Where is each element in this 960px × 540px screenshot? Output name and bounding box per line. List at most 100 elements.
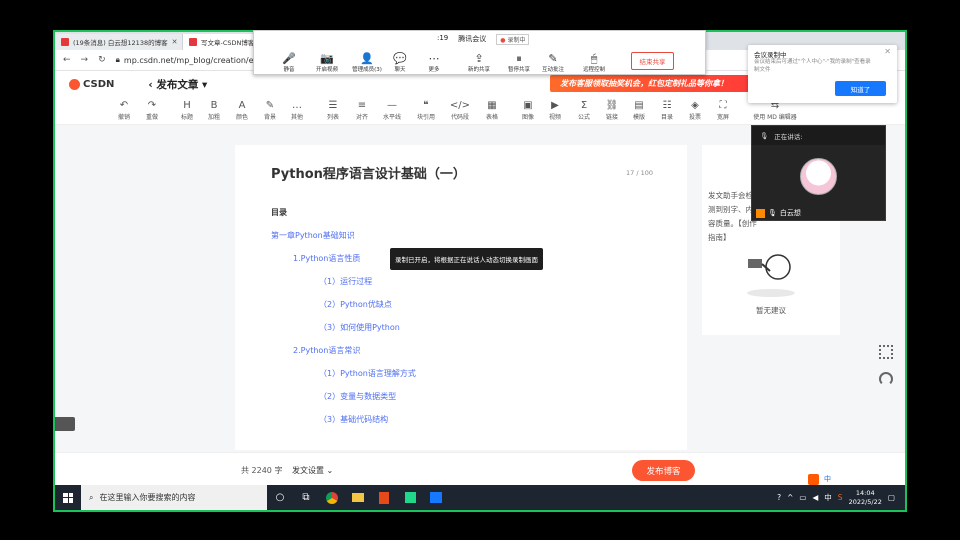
toc-item[interactable]: （2）Python优缺点 <box>319 299 392 310</box>
toc-item[interactable]: （1）Python语言理解方式 <box>319 368 416 379</box>
system-tray: ? ^ ▭ ◀︎ 中 S 14:04 2022/5/22 ▢ <box>777 489 905 507</box>
pycharm-icon[interactable] <box>397 485 423 510</box>
toc-item[interactable]: （3）如何使用Python <box>319 322 400 333</box>
members-icon: 👤 <box>360 52 374 65</box>
task-view-icon[interactable]: ⧉ <box>293 485 319 510</box>
windows-taskbar: ⌕ 在这里输入你要搜索的内容 ○ ⧉ ? ^ ▭ ◀︎ 中 S 14:04 20… <box>55 485 905 510</box>
toc-item[interactable]: 1.Python语言性质 <box>293 253 360 264</box>
clock[interactable]: 14:04 2022/5/22 <box>849 489 882 507</box>
tool-label: 使用 MD 编辑器 <box>753 114 797 121</box>
forward-icon[interactable]: → <box>81 55 89 65</box>
camera-off-icon: 📷 <box>320 52 334 65</box>
share-screen-icon: ⇪ <box>474 52 484 65</box>
promo-banner[interactable]: 发布客服领取抽奖机会，红包定制礼品等你拿！ <box>550 75 760 92</box>
ime-indicator[interactable]: 中 <box>824 492 832 503</box>
tab-label: (19条消息) 白云想12138的博客 <box>73 39 168 47</box>
qr-icon[interactable] <box>879 345 893 359</box>
file-explorer-icon[interactable] <box>345 485 371 510</box>
video-button[interactable]: ▶ 视频 <box>541 100 569 121</box>
toc-button[interactable]: ☷ 目录 <box>653 100 681 121</box>
reload-icon[interactable]: ↻ <box>98 55 106 65</box>
editor-document[interactable]: Python程序语言设计基础（一） 17 / 100 目录 第一章Python基… <box>235 145 687 450</box>
pause-share-button[interactable]: ⏸ 暂停共享 <box>501 52 537 73</box>
doc-settings-toggle[interactable]: 发文设置 ⌄ <box>292 465 333 476</box>
start-button[interactable] <box>55 485 81 510</box>
cortana-icon[interactable]: ○ <box>267 485 293 510</box>
chrome-icon[interactable] <box>319 485 345 510</box>
md-editor-button[interactable]: ⇆ 使用 MD 编辑器 <box>753 100 797 121</box>
tencent-meeting-icon[interactable] <box>423 485 449 510</box>
tool-label: 背景 <box>263 114 276 121</box>
empty-illustration-icon <box>747 254 795 297</box>
back-icon[interactable]: ← <box>63 55 71 65</box>
csdn-logo[interactable]: CSDN <box>69 78 114 90</box>
tool-label: 颜色 <box>235 114 248 121</box>
tab-close-icon[interactable]: ✕ <box>172 38 178 46</box>
help-headset-icon[interactable] <box>879 372 893 386</box>
template-button[interactable]: ▤ 模版 <box>625 100 653 121</box>
code-button[interactable]: </> 代码段 <box>446 100 474 121</box>
csdn-favicon-icon <box>189 38 197 46</box>
sidebar-toggle-icon[interactable] <box>55 417 75 431</box>
volume-icon[interactable]: ◀︎ <box>813 493 819 502</box>
annotate-button[interactable]: ✎ 互动批注 <box>535 52 571 73</box>
got-it-button[interactable]: 知道了 <box>835 81 886 96</box>
browser-tab-blog[interactable]: (19条消息) 白云想12138的博客 ✕ <box>55 34 183 50</box>
toc-item[interactable]: （3）基础代码结构 <box>319 414 388 425</box>
page-title[interactable]: ‹ 发布文章 ▾ <box>148 77 207 92</box>
toc-item[interactable]: （2）变量与数据类型 <box>319 391 396 402</box>
table-button[interactable]: ▦ 表格 <box>478 100 506 121</box>
help-icon[interactable]: ? <box>777 493 781 502</box>
close-icon[interactable]: ✕ <box>884 47 891 56</box>
widescreen-button[interactable]: ⛶ 宽屏 <box>709 100 737 121</box>
bold-button[interactable]: B 加粗 <box>200 100 228 121</box>
tool-label: 视频 <box>548 114 561 121</box>
background-button[interactable]: ✎ 背景 <box>256 100 284 121</box>
tool-label: 其他 <box>290 114 303 121</box>
recording-indicator[interactable]: ● 录制中 <box>496 34 530 45</box>
manage-members-button[interactable]: 👤 管理成员(3) <box>349 52 385 73</box>
mute-button[interactable]: 🎤 静音 <box>271 52 307 73</box>
remote-control-button[interactable]: 🖱 远程控制 <box>576 52 612 73</box>
quote-icon: ❝ <box>423 100 429 111</box>
vote-button[interactable]: ◈ 投票 <box>681 100 709 121</box>
taskbar-search[interactable]: ⌕ 在这里输入你要搜索的内容 <box>81 485 267 510</box>
more-button[interactable]: ⋯ 更多 <box>416 52 452 73</box>
active-speaker-panel[interactable]: 🎙︎ 正在讲话: 🎙︎ 白云想 <box>751 125 886 221</box>
toc-item[interactable]: （1）运行过程 <box>319 276 372 287</box>
chat-button[interactable]: 💬 聊天 <box>382 52 418 73</box>
toc-item[interactable]: 第一章Python基础知识 <box>271 230 355 241</box>
video-button[interactable]: 📷 开启视频 <box>309 52 345 73</box>
image-button[interactable]: ▣ 图像 <box>514 100 542 121</box>
list-icon: ☰ <box>328 100 338 111</box>
formula-button[interactable]: Σ 公式 <box>570 100 598 121</box>
list-button[interactable]: ☰ 列表 <box>319 100 347 121</box>
color-button[interactable]: A 颜色 <box>228 100 256 121</box>
heading-button[interactable]: H 标题 <box>173 100 201 121</box>
toc-item[interactable]: 2.Python语言常识 <box>293 345 360 356</box>
blockquote-button[interactable]: ❝ 块引用 <box>412 100 440 121</box>
stop-share-button[interactable]: 结束共享 <box>631 52 674 70</box>
tool-label: 公式 <box>577 114 590 121</box>
sogou-tray-icon[interactable]: S <box>838 493 843 502</box>
tray-expand-icon[interactable]: ^ <box>787 493 793 502</box>
align-button[interactable]: ≡ 对齐 <box>348 100 376 121</box>
avatar <box>800 158 837 195</box>
undo-button[interactable]: ↶ 撤销 <box>110 100 138 121</box>
hr-button[interactable]: — 水平线 <box>378 100 406 121</box>
url-field[interactable]: 🔒︎ mp.csdn.net/mp_blog/creation/e <box>116 55 254 65</box>
publish-button[interactable]: 发布博客 <box>632 460 695 481</box>
network-icon[interactable]: ▭ <box>799 493 806 502</box>
link-icon: ⛓ <box>605 100 619 111</box>
meeting-title: 腾讯会议 <box>458 35 487 43</box>
redo-button[interactable]: ↷ 重做 <box>138 100 166 121</box>
new-share-button[interactable]: ⇪ 新的共享 <box>461 52 497 73</box>
more-format-button[interactable]: … 其他 <box>283 100 311 121</box>
ime-toolbar[interactable]: 中 <box>808 473 905 485</box>
microphone-icon: 🎙︎ <box>760 131 769 140</box>
meeting-timer: :19 <box>437 34 449 42</box>
link-button[interactable]: ⛓ 链接 <box>598 100 626 121</box>
notification-icon[interactable]: ▢ <box>888 493 895 502</box>
office-icon[interactable] <box>371 485 397 510</box>
article-title[interactable]: Python程序语言设计基础（一） <box>271 163 466 182</box>
